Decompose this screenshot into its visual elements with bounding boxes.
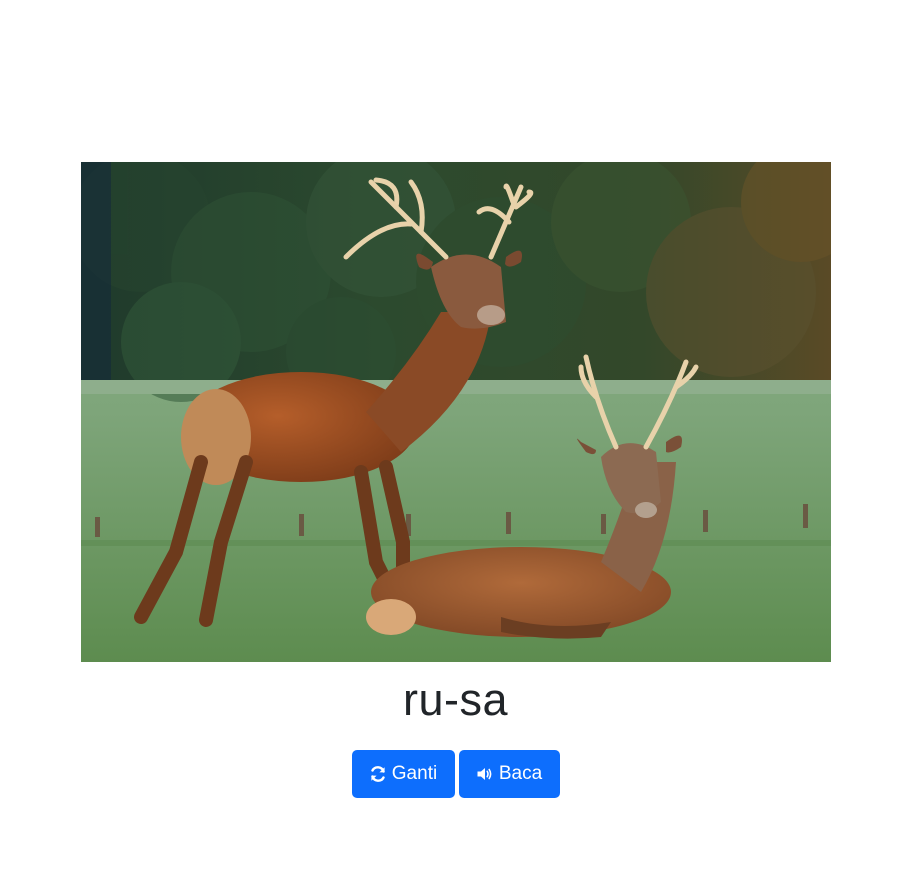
read-aloud-button-label: Baca bbox=[498, 763, 543, 784]
word-syllables: ru-sa bbox=[402, 674, 509, 725]
replace-button[interactable]: Ganti bbox=[351, 750, 455, 798]
refresh-icon bbox=[369, 765, 387, 783]
replace-button-label: Ganti bbox=[391, 763, 438, 784]
read-aloud-button[interactable]: Baca bbox=[458, 750, 560, 798]
flashcard-page: ru-sa Ganti Baca bbox=[0, 0, 911, 871]
action-buttons: Ganti Baca bbox=[0, 750, 911, 798]
deer-photo bbox=[81, 162, 831, 662]
volume-icon bbox=[476, 765, 494, 783]
